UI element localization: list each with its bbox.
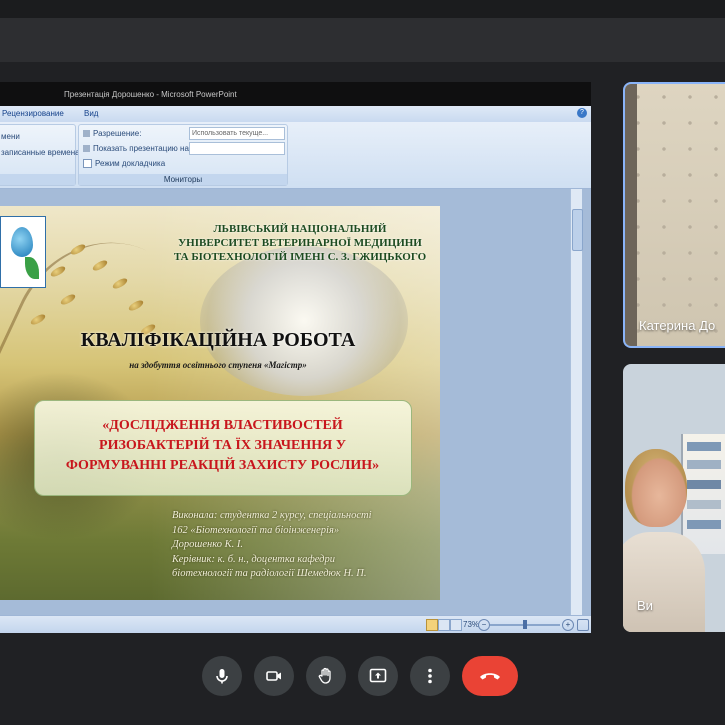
zoom-level[interactable]: 73% — [463, 620, 479, 629]
ribbon-tabs: Рецензирование Вид ? — [0, 106, 591, 123]
zoom-slider-knob[interactable] — [523, 620, 527, 629]
microphone-icon — [216, 669, 228, 684]
monitor-icon — [83, 145, 90, 153]
degree-subtitle: на здобуття освітнього ступеня «Магістр» — [129, 360, 307, 370]
info-line-2: 162 «Біотехнології та біоінженерія» — [172, 524, 340, 536]
presentation-slide: ЛЬВІВСЬКИЙ НАЦІОНАЛЬНИЙ УНІВЕРСИТЕТ ВЕТЕ… — [0, 206, 440, 600]
topic-line-3: ФОРМУВАННІ РЕАКЦІЙ ЗАХИСТУ РОСЛИН» — [65, 458, 380, 473]
show-on-label: Показать презентацию на: — [93, 144, 192, 153]
tab-review[interactable]: Рецензирование — [2, 109, 64, 118]
setup-item-1[interactable]: мени — [1, 132, 20, 141]
zoom-in-icon[interactable]: + — [562, 619, 574, 631]
participant-name: Катерина До — [639, 318, 716, 333]
camera-button[interactable] — [254, 656, 294, 696]
microscopy-image — [200, 246, 408, 396]
info-line-3: Дорошенко К. І. — [172, 539, 243, 550]
top-strip — [0, 0, 725, 18]
board-item — [687, 442, 721, 451]
thesis-topic: «ДОСЛІДЖЕННЯ ВЛАСТИВОСТЕЙ РИЗОБАКТЕРІЙ Т… — [45, 416, 400, 476]
help-icon[interactable]: ? — [577, 108, 587, 118]
presenter-mode-label[interactable]: Режим докладчика — [95, 159, 165, 168]
resolution-dropdown[interactable]: Использовать текуще... — [189, 127, 285, 140]
setup-item-2[interactable]: записанные времена — [1, 148, 80, 157]
resolution-icon — [83, 130, 90, 138]
tab-view[interactable]: Вид — [84, 109, 98, 118]
more-options-icon — [428, 668, 432, 684]
self-video-background — [681, 434, 725, 554]
raise-hand-button[interactable] — [306, 656, 346, 696]
participant-video-edge — [625, 84, 637, 346]
info-line-4: Керівник: к. б. н., доцентка кафедри — [172, 553, 335, 565]
powerpoint-titlebar: Презентація Дорошенко - Microsoft PowerP… — [0, 82, 591, 106]
self-name: Ви — [637, 598, 653, 613]
self-tile[interactable]: Ви — [623, 364, 725, 632]
normal-view-icon[interactable] — [426, 619, 438, 631]
present-screen-icon — [369, 668, 387, 683]
monitors-group: Разрешение: Использовать текуще... Показ… — [78, 124, 288, 186]
resolution-label: Разрешение: — [93, 129, 142, 138]
camera-icon — [266, 671, 281, 681]
header-band — [0, 18, 725, 62]
ribbon-body: мени записанные времена Разрешение: Испо… — [0, 122, 591, 189]
info-line-5: біотехнології та радіології Шемедюк Н. П… — [172, 568, 367, 579]
board-item — [687, 520, 721, 529]
board-item — [687, 460, 721, 469]
self-video-person — [623, 532, 705, 632]
fit-window-icon[interactable] — [577, 619, 589, 631]
university-line-2: УНІВЕРСИТЕТ ВЕТЕРИНАРНОЇ МЕДИЦИНИ — [178, 237, 422, 249]
university-line-3: ТА БІОТЕХНОЛОГІЙ ІМЕНІ С. З. ГЖИЦЬКОГО — [173, 251, 427, 263]
logo-leaf-icon — [25, 257, 39, 279]
vertical-scrollbar[interactable] — [570, 189, 583, 615]
slide-sorter-icon[interactable] — [438, 619, 450, 631]
window-title: Презентація Дорошенко - Microsoft PowerP… — [64, 90, 237, 99]
board-item — [687, 500, 721, 509]
participant-video — [625, 84, 725, 346]
presenter-mode-row: Режим докладчика — [83, 159, 165, 169]
show-on-row: Показать презентацию на: — [83, 144, 191, 153]
university-logo — [0, 216, 46, 288]
topic-line-1: «ДОСЛІДЖЕННЯ ВЛАСТИВОСТЕЙ — [102, 418, 343, 433]
self-video-face — [625, 449, 687, 527]
zoom-out-icon[interactable]: − — [478, 619, 490, 631]
resolution-row: Разрешение: — [83, 129, 141, 138]
end-call-button[interactable] — [462, 656, 518, 696]
raise-hand-icon — [318, 667, 331, 684]
present-screen-button[interactable] — [358, 656, 398, 696]
university-name: ЛЬВІВСЬКИЙ НАЦІОНАЛЬНИЙ УНІВЕРСИТЕТ ВЕТЕ… — [165, 222, 435, 264]
monitors-group-label: Мониторы — [79, 174, 287, 185]
show-on-dropdown[interactable] — [189, 142, 285, 155]
microphone-button[interactable] — [202, 656, 242, 696]
setup-group-label — [0, 174, 75, 185]
slideshow-view-icon[interactable] — [450, 619, 462, 631]
more-options-button[interactable] — [410, 656, 450, 696]
topic-line-2: РИЗОБАКТЕРІЙ ТА ЇХ ЗНАЧЕННЯ У — [99, 438, 346, 453]
scroll-thumb[interactable] — [572, 209, 583, 251]
university-line-1: ЛЬВІВСЬКИЙ НАЦІОНАЛЬНИЙ — [213, 223, 387, 235]
setup-group: мени записанные времена — [0, 124, 80, 186]
board-item — [687, 480, 721, 489]
presenter-mode-checkbox[interactable] — [83, 159, 92, 169]
info-line-1: Виконала: студентка 2 курсу, спеціальнос… — [172, 510, 372, 521]
status-bar: 73% − + — [0, 615, 591, 633]
end-call-icon — [480, 673, 500, 680]
logo-drop-icon — [11, 227, 33, 257]
slide-heading: КВАЛІФІКАЦІЙНА РОБОТА — [80, 329, 356, 351]
participant-tile[interactable]: Катерина До — [623, 82, 725, 348]
author-info: Виконала: студентка 2 курсу, спеціальнос… — [172, 509, 434, 582]
